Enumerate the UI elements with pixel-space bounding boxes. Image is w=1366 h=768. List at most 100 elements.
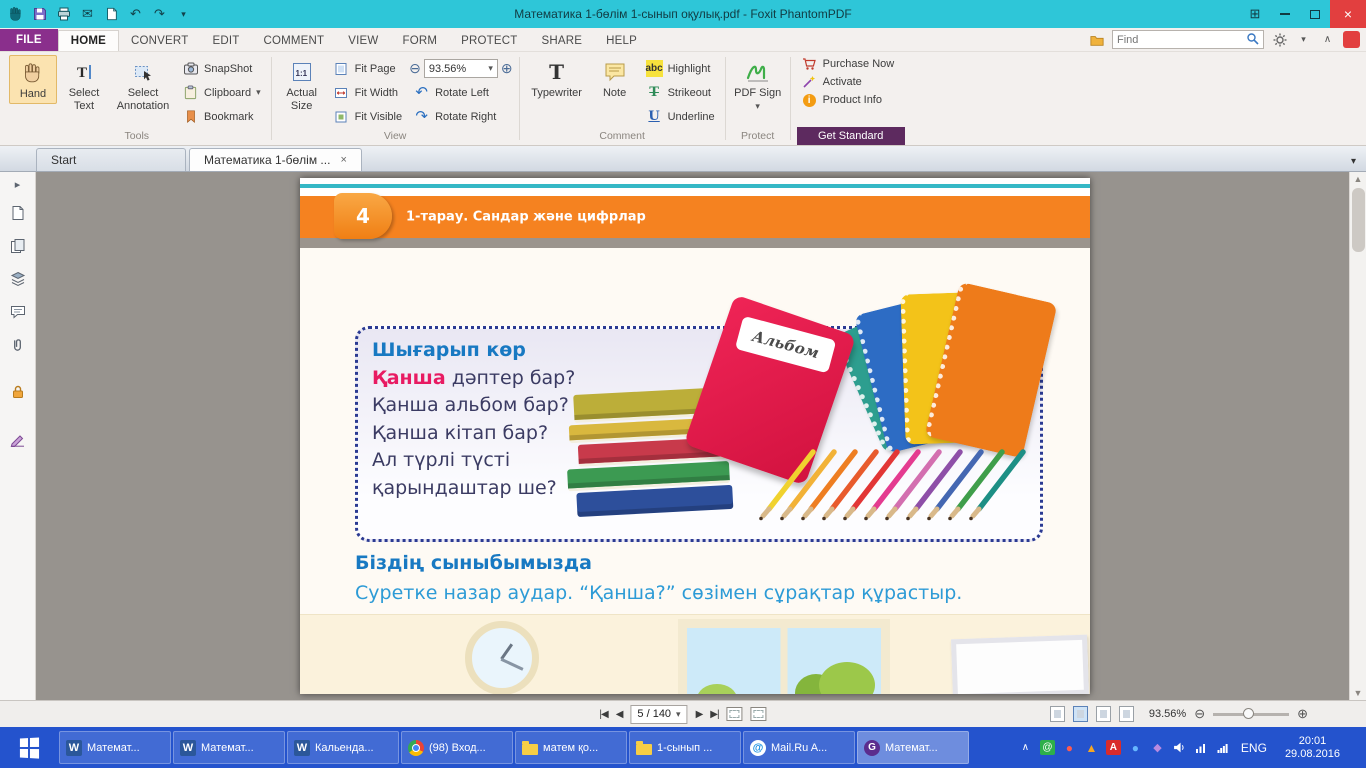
mail-agent-tray-icon[interactable]: @ <box>1040 740 1055 755</box>
tab-share[interactable]: SHARE <box>529 31 594 51</box>
panel-expand-icon[interactable]: ▸ <box>8 178 28 190</box>
tab-edit[interactable]: EDIT <box>200 31 251 51</box>
doc-tab-close-icon[interactable]: × <box>340 154 346 166</box>
clock[interactable]: 20:01 29.08.2016 <box>1277 735 1348 761</box>
performance-monitor-icon[interactable] <box>1194 740 1209 755</box>
tile-windows-icon[interactable]: ⊞ <box>1240 0 1270 28</box>
tab-view[interactable]: VIEW <box>336 31 390 51</box>
fit-visible-button[interactable]: Fit Visible <box>329 106 406 127</box>
taskbar-item-mailru[interactable]: @ Mail.Ru A... <box>743 731 855 764</box>
taskbar-item-foxit[interactable]: G Математ... <box>857 731 969 764</box>
undo-icon[interactable]: ↶ <box>126 5 145 24</box>
continuous-view-icon[interactable] <box>1073 706 1088 722</box>
next-view-icon[interactable] <box>751 707 767 721</box>
close-button[interactable]: × <box>1330 0 1366 28</box>
doc-tab-active[interactable]: Математика 1-бөлім ... × <box>189 148 362 171</box>
tab-form[interactable]: FORM <box>390 31 449 51</box>
taskbar-item-word-2[interactable]: W Математ... <box>173 731 285 764</box>
save-icon[interactable] <box>30 5 49 24</box>
blue-app-tray-icon[interactable]: ● <box>1128 740 1143 755</box>
first-page-button[interactable]: |◀ <box>599 709 607 720</box>
select-annotation-button[interactable]: Select Annotation <box>111 55 175 114</box>
facing-view-icon[interactable] <box>1096 706 1111 722</box>
product-info-button[interactable]: i Product Info <box>797 91 899 109</box>
tab-comment[interactable]: COMMENT <box>251 31 336 51</box>
snapshot-button[interactable]: SnapShot <box>178 58 265 79</box>
pages-panel-icon[interactable] <box>8 236 28 256</box>
search-icon[interactable] <box>1246 32 1259 48</box>
status-zoom-in-icon[interactable]: ⊕ <box>1297 706 1308 722</box>
tab-protect[interactable]: PROTECT <box>449 31 529 51</box>
rotate-right-button[interactable]: ↷ Rotate Right <box>409 106 512 127</box>
redo-icon[interactable]: ↷ <box>150 5 169 24</box>
tab-file[interactable]: FILE <box>0 29 58 51</box>
previous-page-button[interactable]: ◀ <box>616 709 623 720</box>
pdf-sign-button[interactable]: PDF Sign ▾ <box>732 55 784 114</box>
network-icon[interactable] <box>1216 740 1231 755</box>
purchase-now-button[interactable]: Purchase Now <box>797 55 899 73</box>
taskbar-item-chrome[interactable]: (98) Вход... <box>401 731 513 764</box>
find-input[interactable] <box>1117 34 1243 46</box>
bookmarks-panel-icon[interactable] <box>8 203 28 223</box>
select-text-button[interactable]: T Select Text <box>60 55 108 114</box>
hand-tool-icon[interactable] <box>6 5 25 24</box>
language-indicator[interactable]: ENG <box>1238 741 1270 755</box>
fit-width-button[interactable]: Fit Width <box>329 82 406 103</box>
security-panel-icon[interactable] <box>8 382 28 402</box>
zoom-in-icon[interactable]: ⊕ <box>501 60 513 77</box>
signature-panel-icon[interactable] <box>8 429 28 449</box>
email-icon[interactable]: ✉ <box>78 5 97 24</box>
zoom-out-icon[interactable]: ⊖ <box>409 60 421 77</box>
hidden-icons-chevron-icon[interactable]: ∧ <box>1018 740 1033 755</box>
activate-button[interactable]: Activate <box>797 73 899 91</box>
vertical-scrollbar[interactable]: ▲ ▼ <box>1349 172 1366 700</box>
maximize-button[interactable] <box>1300 0 1330 28</box>
tab-help[interactable]: HELP <box>594 31 649 51</box>
document-icon[interactable] <box>102 5 121 24</box>
clipboard-button[interactable]: Clipboard ▾ <box>178 82 265 103</box>
promo-badge[interactable] <box>1343 31 1360 48</box>
doc-tab-start[interactable]: Start <box>36 148 186 171</box>
volume-icon[interactable] <box>1172 740 1187 755</box>
last-page-button[interactable]: ▶| <box>710 709 718 720</box>
gear-icon[interactable] <box>1271 31 1288 48</box>
quick-access-dropdown-icon[interactable]: ▾ <box>174 5 193 24</box>
highlight-button[interactable]: abc Highlight <box>642 58 719 79</box>
tab-home[interactable]: HOME <box>58 30 119 51</box>
purple-app-tray-icon[interactable]: ◆ <box>1150 740 1165 755</box>
previous-view-icon[interactable] <box>727 707 743 721</box>
taskbar-item-folder-2[interactable]: 1-сынып ... <box>629 731 741 764</box>
zoom-dropdown[interactable]: 93.56% ▾ <box>424 59 498 78</box>
antivirus-tray-icon[interactable]: A <box>1106 740 1121 755</box>
red-app-tray-icon[interactable]: ● <box>1062 740 1077 755</box>
typewriter-button[interactable]: T Typewriter <box>526 55 588 102</box>
single-page-view-icon[interactable] <box>1050 706 1065 722</box>
bookmark-button[interactable]: Bookmark <box>178 106 265 127</box>
collapse-ribbon-icon[interactable]: ∧ <box>1319 31 1336 48</box>
page-number-box[interactable]: 5 / 140 ▾ <box>630 705 687 724</box>
document-view[interactable]: 4 1-тарау. Сандар және цифрлар Шығарып к… <box>36 172 1349 700</box>
tab-list-dropdown-icon[interactable]: ▾ <box>1351 156 1356 171</box>
scroll-up-icon[interactable]: ▲ <box>1354 174 1363 184</box>
layers-panel-icon[interactable] <box>8 269 28 289</box>
zoom-slider-knob[interactable] <box>1243 708 1254 719</box>
zoom-slider[interactable] <box>1213 713 1289 716</box>
rotate-left-button[interactable]: ↶ Rotate Left <box>409 82 512 103</box>
taskbar-item-word-1[interactable]: W Математ... <box>59 731 171 764</box>
comments-panel-icon[interactable] <box>8 302 28 322</box>
get-standard-button[interactable]: Get Standard <box>797 127 905 145</box>
taskbar-item-folder-1[interactable]: матем қо... <box>515 731 627 764</box>
fit-page-button[interactable]: Fit Page <box>329 58 406 79</box>
security-shield-tray-icon[interactable]: ▲ <box>1084 740 1099 755</box>
attachments-panel-icon[interactable] <box>8 335 28 355</box>
scroll-down-icon[interactable]: ▼ <box>1354 688 1363 698</box>
minimize-button[interactable] <box>1270 0 1300 28</box>
strikeout-button[interactable]: T Strikeout <box>642 82 719 103</box>
next-page-button[interactable]: ▶ <box>696 709 703 720</box>
hand-tool-button[interactable]: Hand <box>9 55 57 104</box>
underline-button[interactable]: U Underline <box>642 106 719 127</box>
print-icon[interactable] <box>54 5 73 24</box>
continuous-facing-view-icon[interactable] <box>1119 706 1134 722</box>
actual-size-button[interactable]: 1:1 Actual Size <box>278 55 326 114</box>
taskbar-item-word-3[interactable]: W Кальенда... <box>287 731 399 764</box>
